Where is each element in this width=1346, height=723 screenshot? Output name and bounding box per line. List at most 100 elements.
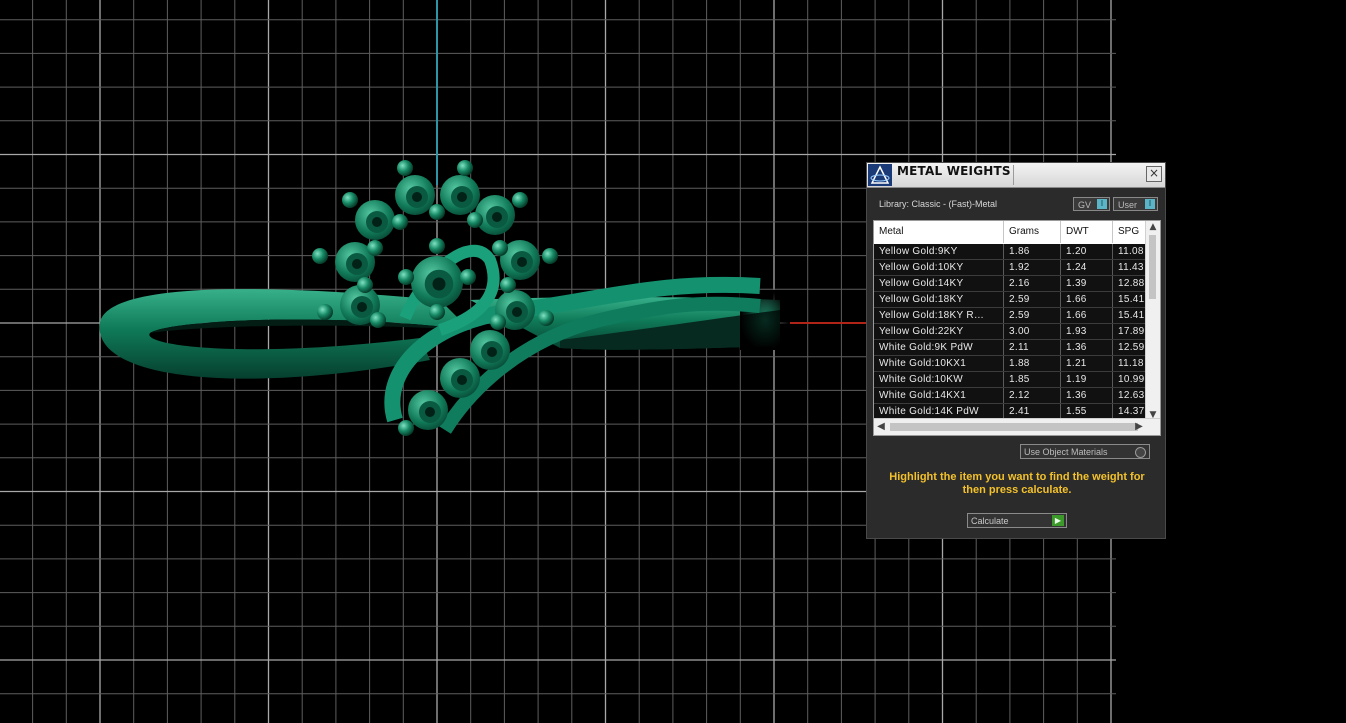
app-logo-icon [868,164,892,186]
ring-model[interactable] [99,160,790,436]
table-row[interactable]: Yellow Gold:22KY 3.00 1.93 17.89 [874,324,1153,340]
rosette-setting [395,175,435,215]
gv-toggle-knob: I [1097,199,1107,209]
table-row[interactable]: Yellow Gold:9KY 1.86 1.20 11.08 [874,244,1153,260]
bead [500,277,516,293]
grams-cell: 3.00 [1004,324,1061,339]
grams-cell: 2.12 [1004,388,1061,403]
bead [317,304,333,320]
bead [397,160,413,176]
grams-cell: 2.59 [1004,292,1061,307]
library-label: Library: Classic - (Fast)-Metal [879,199,998,209]
column-header-dwt[interactable]: DWT [1061,221,1113,243]
dwt-cell: 1.24 [1061,260,1113,275]
metal-cell: White Gold:14K PdW [874,404,1004,419]
metal-cell: White Gold:9K PdW [874,340,1004,355]
bead [398,269,414,285]
column-header-metal[interactable]: Metal [874,221,1004,243]
scroll-right-icon[interactable]: ▶ [1132,419,1146,435]
rosette-setting [470,330,510,370]
bead [398,420,414,436]
table-row[interactable]: White Gold:9K PdW 2.11 1.36 12.59 [874,340,1153,356]
user-label: User [1118,200,1138,210]
rosette-setting [355,200,395,240]
bead [312,248,328,264]
user-toggle-knob: I [1145,199,1155,209]
rosette-setting [440,175,480,215]
play-arrow-icon: ▶ [1052,515,1064,526]
vertical-scrollbar[interactable]: ▲ ▼ [1145,221,1160,421]
bead [429,238,445,254]
bead [429,304,445,320]
bead [492,240,508,256]
scroll-up-icon[interactable]: ▲ [1146,221,1160,233]
instruction-text: Highlight the item you want to find the … [889,471,1145,496]
metal-table[interactable]: Metal Grams DWT SPG Yellow Gold:9KY 1.86 1… [873,220,1161,436]
dwt-cell: 1.39 [1061,276,1113,291]
user-toggle[interactable]: User I [1113,197,1158,211]
table-row[interactable]: Yellow Gold:10KY 1.92 1.24 11.43 [874,260,1153,276]
bead [370,312,386,328]
horizontal-scrollbar[interactable]: ◀ ▶ [874,418,1160,435]
grams-cell: 1.92 [1004,260,1061,275]
metal-cell: Yellow Gold:22KY [874,324,1004,339]
bead [357,277,373,293]
grams-cell: 1.86 [1004,244,1061,259]
grams-cell: 2.59 [1004,308,1061,323]
dwt-cell: 1.19 [1061,372,1113,387]
panel-title: METAL WEIGHTS [897,164,1011,178]
bead [542,248,558,264]
metal-cell: Yellow Gold:18KY R… [874,308,1004,323]
rosette-setting [440,358,480,398]
table-body: Yellow Gold:9KY 1.86 1.20 11.08 Yellow Gold:… [874,244,1153,420]
title-separator [1013,165,1014,185]
dwt-cell: 1.93 [1061,324,1113,339]
grams-cell: 2.41 [1004,404,1061,419]
dwt-cell: 1.36 [1061,340,1113,355]
close-icon[interactable]: × [1146,166,1162,182]
grams-cell: 1.85 [1004,372,1061,387]
metal-cell: White Gold:10KW [874,372,1004,387]
dwt-cell: 1.66 [1061,292,1113,307]
bead [467,212,483,228]
dwt-cell: 1.55 [1061,404,1113,419]
scroll-left-icon[interactable]: ◀ [874,419,888,435]
grams-cell: 2.16 [1004,276,1061,291]
table-row[interactable]: Yellow Gold:18KY R… 2.59 1.66 15.41 [874,308,1153,324]
dwt-cell: 1.36 [1061,388,1113,403]
grams-cell: 1.88 [1004,356,1061,371]
radio-circle-icon [1135,447,1146,458]
table-row[interactable]: Yellow Gold:18KY 2.59 1.66 15.41 [874,292,1153,308]
panel-titlebar[interactable]: METAL WEIGHTS × [867,163,1165,188]
gv-toggle[interactable]: GV I [1073,197,1110,211]
bead [460,269,476,285]
rosette-setting [408,390,448,430]
metal-weights-panel[interactable]: METAL WEIGHTS × Library: Classic - (Fast… [866,162,1166,539]
metal-cell: White Gold:14KX1 [874,388,1004,403]
use-object-materials-label: Use Object Materials [1024,447,1108,457]
table-header: Metal Grams DWT SPG [874,221,1153,243]
bead [367,240,383,256]
gv-label: GV [1078,200,1092,210]
rosette-setting [411,256,463,308]
metal-cell: Yellow Gold:10KY [874,260,1004,275]
bead [457,160,473,176]
vertical-scroll-thumb[interactable] [1149,235,1156,299]
metal-cell: Yellow Gold:18KY [874,292,1004,307]
calculate-button[interactable]: Calculate ▶ [967,513,1067,528]
dwt-cell: 1.66 [1061,308,1113,323]
table-row[interactable]: White Gold:10KX1 1.88 1.21 11.18 [874,356,1153,372]
grams-cell: 2.11 [1004,340,1061,355]
table-row[interactable]: Yellow Gold:14KY 2.16 1.39 12.88 [874,276,1153,292]
dwt-cell: 1.20 [1061,244,1113,259]
table-row[interactable]: White Gold:14KX1 2.12 1.36 12.63 [874,388,1153,404]
metal-cell: Yellow Gold:9KY [874,244,1004,259]
bead [342,192,358,208]
table-row[interactable]: White Gold:10KW 1.85 1.19 10.99 [874,372,1153,388]
dwt-cell: 1.21 [1061,356,1113,371]
column-header-grams[interactable]: Grams [1004,221,1061,243]
use-object-materials-toggle[interactable]: Use Object Materials [1020,444,1150,459]
horizontal-scroll-thumb[interactable] [890,423,1138,431]
bead [512,192,528,208]
bead [538,310,554,326]
